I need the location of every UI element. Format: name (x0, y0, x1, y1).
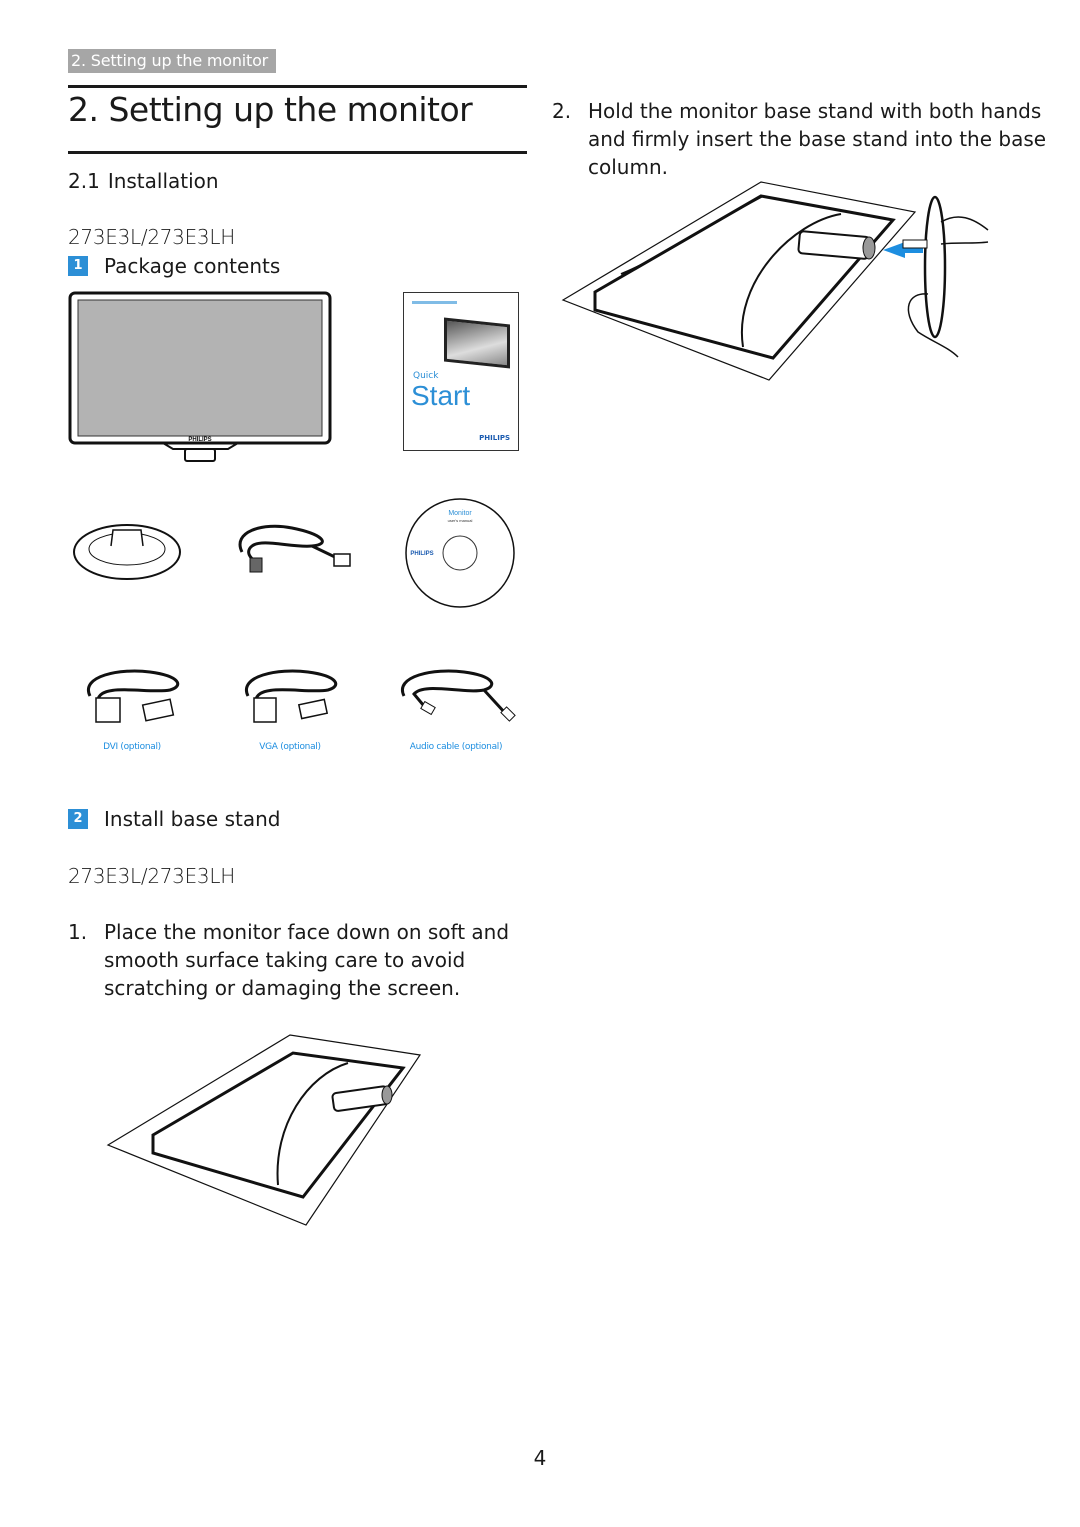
instruction-1: 1. Place the monitor face down on soft a… (68, 918, 530, 1002)
step-package-contents: 1 Package contents (68, 252, 280, 280)
caption-dvi: DVI (optional) (103, 742, 161, 752)
quick-start-guide: Quick Start PHILIPS (403, 292, 519, 451)
insert-base-illustration (561, 181, 989, 381)
divider-bottom (68, 151, 527, 154)
step-title: Package contents (104, 254, 281, 278)
audio-cable-illustration (400, 669, 516, 722)
instruction-text: Place the monitor face down on soft and … (104, 920, 510, 1000)
cd-brand: PHILIPS (410, 551, 433, 557)
instruction-number: 2. (552, 99, 572, 123)
page-number: 4 (533, 1446, 547, 1470)
step-title: Install base stand (104, 807, 281, 831)
section-heading: 2.1 Installation (68, 167, 219, 195)
step-badge: 2 (68, 809, 88, 829)
monitor-face-down-illustration (106, 1034, 422, 1226)
instruction-text: Hold the monitor base stand with both ha… (588, 99, 1047, 179)
model-name: 273E3L/273E3LH (68, 225, 235, 249)
model-name-2: 273E3L/273E3LH (68, 864, 235, 888)
instruction-2: 2. Hold the monitor base stand with both… (552, 97, 1052, 181)
monitor-brand: PHILIPS (188, 437, 211, 443)
caption-vga: VGA (optional) (259, 742, 321, 752)
instruction-number: 1. (68, 920, 88, 944)
step-badge: 1 (68, 256, 88, 276)
power-cord-illustration (238, 524, 351, 573)
base-stand-illustration (73, 524, 181, 580)
monitor-front-illustration: PHILIPS (68, 291, 332, 462)
guide-monitor-image (444, 317, 510, 369)
cd-illustration: Monitor user's manual PHILIPS (405, 498, 515, 608)
step-install-base: 2 Install base stand (68, 805, 280, 833)
dvi-cable-illustration (86, 669, 180, 723)
section-tab: 2. Setting up the monitor (68, 49, 277, 73)
vga-cable-illustration (244, 669, 338, 723)
cd-subtitle: user's manual (448, 518, 473, 523)
cd-title: Monitor (448, 510, 472, 517)
guide-url-line (412, 301, 457, 304)
caption-audio: Audio cable (optional) (409, 742, 503, 752)
guide-brand: PHILIPS (479, 434, 510, 442)
guide-start: Start (411, 380, 471, 411)
section-number: 2.1 (68, 169, 100, 193)
page-title: 2. Setting up the monitor (68, 90, 473, 129)
section-label: Installation (107, 169, 219, 193)
